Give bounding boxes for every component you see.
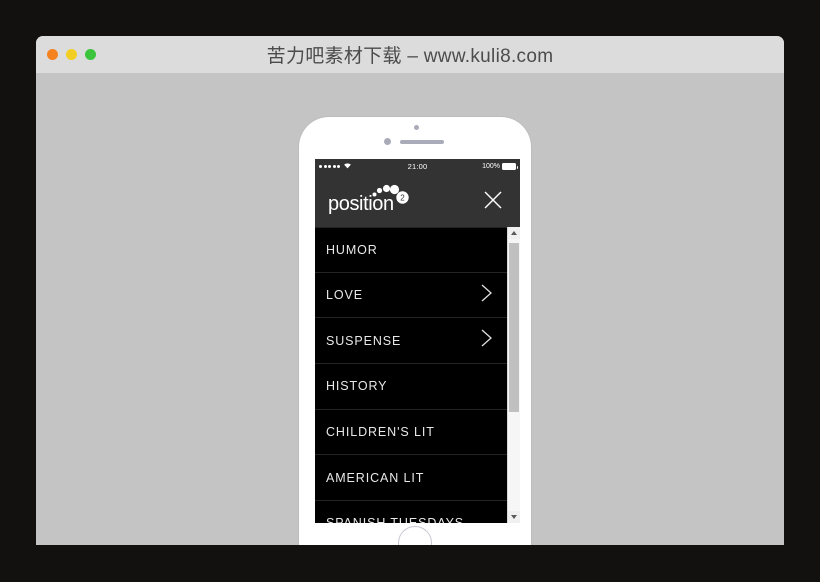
svg-text:position: position: [328, 193, 394, 215]
menu-item-label: LOVE: [326, 288, 363, 303]
position2-logo: 2 position: [326, 180, 422, 220]
chevron-right-icon: [480, 328, 493, 353]
window-content-area: 21:00 100% 2 position HUMOR LOVE SUSPENS…: [36, 73, 784, 545]
phone-screen: 21:00 100% 2 position HUMOR LOVE SUSPENS…: [315, 159, 520, 523]
scrollbar-thumb[interactable]: [509, 243, 519, 412]
menu-area: HUMOR LOVE SUSPENSE HISTORY CHILDREN'S L…: [315, 227, 520, 523]
triangle-up-icon: [511, 231, 517, 235]
window-title: 苦力吧素材下载 – www.kuli8.com: [266, 46, 554, 67]
status-bar-right: 100%: [482, 162, 518, 170]
close-menu-button[interactable]: [480, 187, 506, 213]
battery-icon: [502, 162, 518, 170]
menu-item-humor[interactable]: HUMOR: [315, 227, 507, 273]
earpiece-speaker-icon: [400, 140, 444, 144]
menu-scrollbar[interactable]: [507, 227, 520, 523]
menu-item-label: CHILDREN'S LIT: [326, 425, 435, 440]
chevron-right-icon: [480, 283, 493, 308]
svg-text:2: 2: [400, 193, 405, 202]
scroll-up-button[interactable]: [508, 227, 520, 239]
battery-percentage-label: 100%: [482, 162, 500, 170]
ios-status-bar: 21:00 100%: [315, 159, 520, 173]
front-camera-icon: [414, 125, 419, 130]
menu-item-american-lit[interactable]: AMERICAN LIT: [315, 455, 507, 502]
menu-item-childrens-lit[interactable]: CHILDREN'S LIT: [315, 410, 507, 456]
proximity-sensor-icon: [384, 138, 391, 145]
menu-item-love[interactable]: LOVE: [315, 273, 507, 319]
menu-item-label: SPANISH TUESDAYS: [326, 516, 464, 523]
category-menu-list: HUMOR LOVE SUSPENSE HISTORY CHILDREN'S L…: [315, 227, 507, 523]
menu-item-label: HISTORY: [326, 379, 388, 394]
zoom-window-button[interactable]: [85, 49, 96, 60]
triangle-down-icon: [511, 515, 517, 519]
menu-item-label: HUMOR: [326, 242, 378, 257]
phone-top-bezel: [299, 117, 531, 163]
window-controls: [47, 36, 96, 73]
menu-item-label: SUSPENSE: [326, 333, 402, 348]
browser-window: 苦力吧素材下载 – www.kuli8.com 21:00 100% 2 pos…: [36, 36, 784, 545]
home-button[interactable]: [398, 526, 432, 545]
menu-item-history[interactable]: HISTORY: [315, 364, 507, 410]
phone-mockup: 21:00 100% 2 position HUMOR LOVE SUSPENS…: [299, 117, 531, 545]
close-window-button[interactable]: [47, 49, 58, 60]
close-icon: [484, 191, 502, 209]
menu-item-suspense[interactable]: SUSPENSE: [315, 318, 507, 365]
menu-item-spanish-tuesdays[interactable]: SPANISH TUESDAYS: [315, 501, 507, 523]
app-header: 2 position: [315, 173, 520, 227]
window-titlebar: 苦力吧素材下载 – www.kuli8.com: [36, 36, 784, 73]
menu-item-label: AMERICAN LIT: [326, 470, 425, 485]
scrollbar-track[interactable]: [508, 239, 520, 511]
minimize-window-button[interactable]: [66, 49, 77, 60]
scroll-down-button[interactable]: [508, 511, 520, 523]
